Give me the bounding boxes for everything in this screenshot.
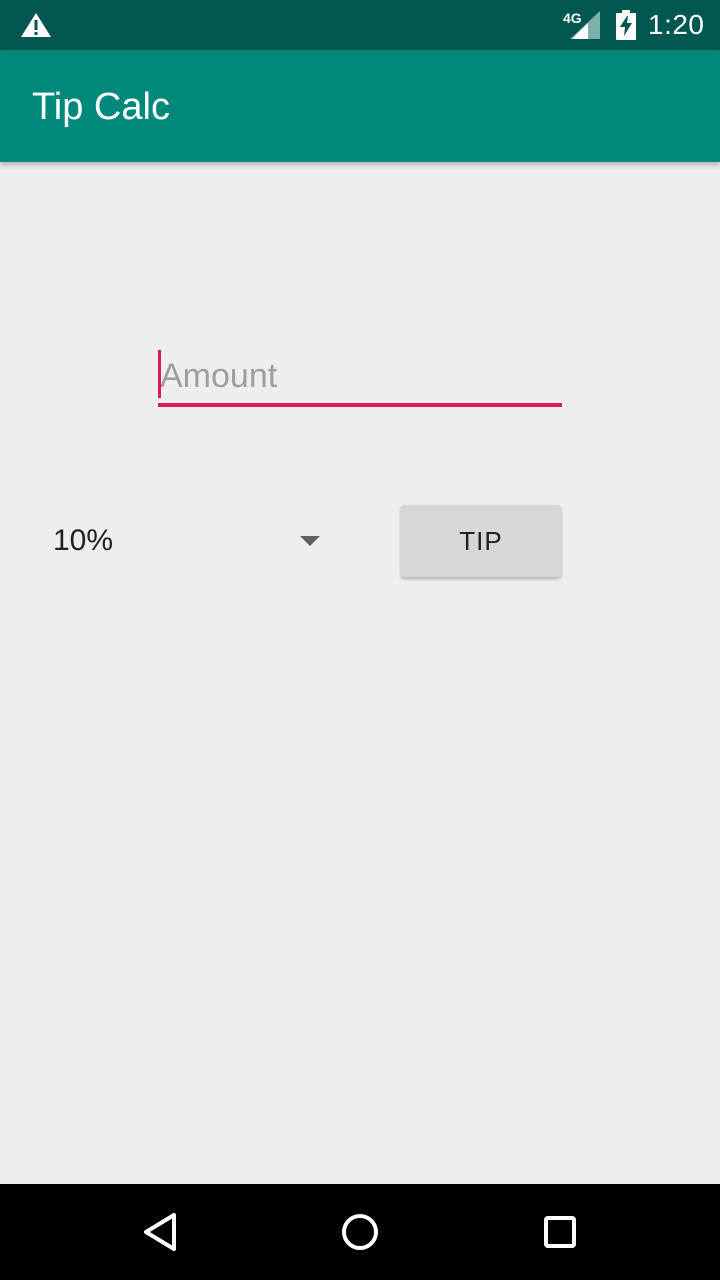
warning-icon <box>21 13 51 37</box>
tip-percent-spinner[interactable]: 10% <box>38 510 338 574</box>
tip-button[interactable]: TIP <box>401 505 561 577</box>
back-icon[interactable] <box>132 1204 188 1260</box>
app-title: Tip Calc <box>32 86 170 128</box>
home-icon[interactable] <box>332 1204 388 1260</box>
amount-field[interactable] <box>158 348 562 408</box>
amount-input[interactable] <box>158 348 562 404</box>
dropdown-arrow-icon <box>300 536 320 546</box>
clock: 1:20 <box>648 9 705 40</box>
battery-charging-icon <box>616 10 636 40</box>
text-cursor <box>158 350 161 398</box>
tip-percent-value: 10% <box>53 524 114 557</box>
recents-icon[interactable] <box>532 1204 588 1260</box>
app-bar: Tip Calc <box>0 50 720 162</box>
navigation-bar <box>0 1184 720 1280</box>
amount-underline <box>158 403 562 407</box>
signal-icon <box>570 11 600 39</box>
status-bar: 4G 1:20 <box>0 0 720 50</box>
